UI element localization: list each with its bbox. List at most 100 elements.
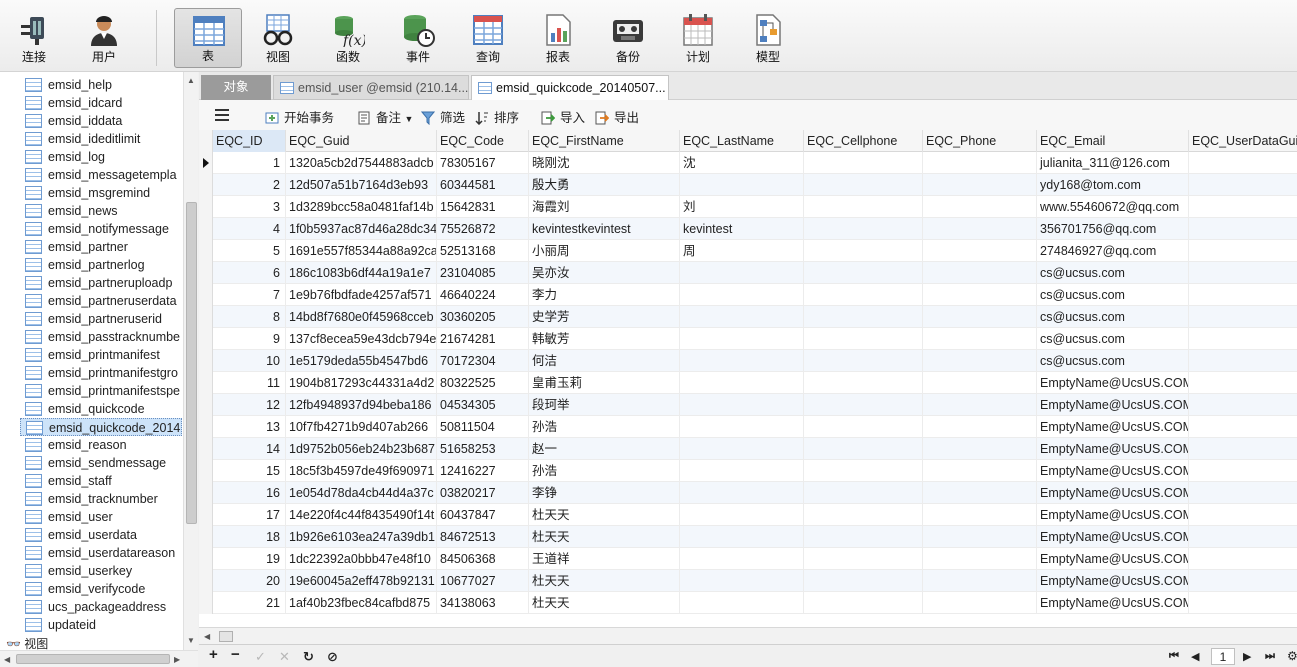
tree-item-emsid-userdatareason[interactable]: emsid_userdatareason [20,544,182,562]
table-row[interactable]: 1 1320a5cb2d7544883adcb 78305167 晓刚沈沈 julian… [199,152,1297,174]
cell-eqc-email[interactable]: EmptyName@UcsUS.COM [1037,416,1189,438]
cell-eqc-guid[interactable]: 1e054d78da4cb44d4a37c [286,482,437,504]
table-row[interactable]: 8 14bd8f7680e0f45968cceb 30360205 史学芳 cs@ucs… [199,306,1297,328]
cell-eqc-lastname[interactable] [680,306,804,328]
cell-eqc-guid[interactable]: 1af40b23fbec84cafbd875 [286,592,437,614]
cell-eqc-lastname[interactable] [680,350,804,372]
cell-eqc-firstname[interactable]: 段珂举 [529,394,680,416]
row-header[interactable] [199,174,213,196]
table-row[interactable]: 10 1e5179deda55b4547bd6 70172304 何洁 cs@ucsus… [199,350,1297,372]
cell-eqc-email[interactable]: cs@ucsus.com [1037,262,1189,284]
refresh-icon[interactable]: ↻ [303,649,314,665]
cell-eqc-code[interactable]: 84506368 [437,548,529,570]
cell-eqc-code[interactable]: 34138063 [437,592,529,614]
cell-eqc-firstname[interactable]: 皇甫玉莉 [529,372,680,394]
cell-eqc-cellphone[interactable] [804,174,923,196]
cell-eqc-phone[interactable] [923,460,1037,482]
cell-eqc-id[interactable]: 2 [213,174,286,196]
event-button[interactable]: 事件 [384,8,452,68]
cell-eqc-cellphone[interactable] [804,306,923,328]
cell-eqc-email[interactable]: cs@ucsus.com [1037,328,1189,350]
tree-item-emsid-printmanifestspe[interactable]: emsid_printmanifestspe [20,382,182,400]
cell-eqc-id[interactable]: 4 [213,218,286,240]
tree-item-emsid-printmanifestgro[interactable]: emsid_printmanifestgro [20,364,182,382]
row-header[interactable] [199,570,213,592]
cell-eqc-email[interactable]: 356701756@qq.com [1037,218,1189,240]
cell-eqc-phone[interactable] [923,504,1037,526]
table-row[interactable]: 16 1e054d78da4cb44d4a37c 03820217 李铮 EmptyNa… [199,482,1297,504]
tree-item-emsid-partneruserdata[interactable]: emsid_partneruserdata [20,292,182,310]
cell-eqc-code[interactable]: 52513168 [437,240,529,262]
row-header[interactable] [199,196,213,218]
cell-eqc-id[interactable]: 20 [213,570,286,592]
cell-eqc-firstname[interactable]: 杜天天 [529,592,680,614]
tree-item-emsid-help[interactable]: emsid_help [20,76,182,94]
tab-emsid-quickcode[interactable]: emsid_quickcode_20140507... [471,75,669,100]
cell-eqc-guid[interactable]: 1b926e6103ea247a39db1 [286,526,437,548]
cell-eqc-firstname[interactable]: 杜天天 [529,570,680,592]
table-row[interactable]: 11 1904b817293c44331a4d2 80322525 皇甫玉莉 Empty… [199,372,1297,394]
cell-eqc-firstname[interactable]: 小丽周 [529,240,680,262]
column-header-eqc-firstname[interactable]: EQC_FirstName [529,130,680,152]
cell-eqc-phone[interactable] [923,592,1037,614]
table-row[interactable]: 20 19e60045a2eff478b92131 10677027 杜天天 Empty… [199,570,1297,592]
cell-eqc-userdataguid[interactable] [1189,152,1297,174]
column-header-eqc-email[interactable]: EQC_Email [1037,130,1189,152]
tree-item-emsid-user[interactable]: emsid_user [20,508,182,526]
tree-horizontal-scrollbar[interactable]: ◀ ▶ [0,650,198,667]
cell-eqc-email[interactable]: 274846927@qq.com [1037,240,1189,262]
table-row[interactable]: 15 18c5f3b4597de49f690971 12416227 孙浩 EmptyN… [199,460,1297,482]
column-header-eqc-cellphone[interactable]: EQC_Cellphone [804,130,923,152]
cell-eqc-email[interactable]: julianita_311@126.com [1037,152,1189,174]
cell-eqc-guid[interactable]: 186c1083b6df44a19a1e7 [286,262,437,284]
cell-eqc-email[interactable]: EmptyName@UcsUS.COM [1037,394,1189,416]
cell-eqc-lastname[interactable]: 刘 [680,196,804,218]
cell-eqc-firstname[interactable]: 吴亦汝 [529,262,680,284]
cell-eqc-lastname[interactable]: 沈 [680,152,804,174]
cell-eqc-email[interactable]: EmptyName@UcsUS.COM [1037,504,1189,526]
cell-eqc-firstname[interactable]: 王道祥 [529,548,680,570]
cell-eqc-phone[interactable] [923,570,1037,592]
cell-eqc-guid[interactable]: 137cf8ecea59e43dcb794e [286,328,437,350]
tree-item-emsid-idcard[interactable]: emsid_idcard [20,94,182,112]
function-button[interactable]: f(x) 函数 [314,8,382,68]
cell-eqc-userdataguid[interactable] [1189,504,1297,526]
cell-eqc-guid[interactable]: 10f7fb4271b9d407ab266 [286,416,437,438]
row-header[interactable] [199,482,213,504]
column-header-eqc-phone[interactable]: EQC_Phone [923,130,1037,152]
tree-item-emsid-partner[interactable]: emsid_partner [20,238,182,256]
cell-eqc-guid[interactable]: 1320a5cb2d7544883adcb [286,152,437,174]
cell-eqc-cellphone[interactable] [804,262,923,284]
cell-eqc-userdataguid[interactable] [1189,526,1297,548]
cell-eqc-phone[interactable] [923,394,1037,416]
cell-eqc-cellphone[interactable] [804,372,923,394]
cell-eqc-userdataguid[interactable] [1189,350,1297,372]
cell-eqc-userdataguid[interactable] [1189,306,1297,328]
last-page-icon[interactable]: ⏭ [1265,650,1275,663]
cell-eqc-firstname[interactable]: 海霞刘 [529,196,680,218]
tree-vertical-scrollbar[interactable]: ▲ ▼ [183,72,198,650]
cell-eqc-id[interactable]: 15 [213,460,286,482]
cell-eqc-phone[interactable] [923,152,1037,174]
tree-item-emsid-verifycode[interactable]: emsid_verifycode [20,580,182,598]
cell-eqc-email[interactable]: EmptyName@UcsUS.COM [1037,372,1189,394]
column-header-eqc-lastname[interactable]: EQC_LastName [680,130,804,152]
row-header[interactable] [199,438,213,460]
sort-button[interactable]: 排序 [475,107,519,126]
cell-eqc-lastname[interactable] [680,416,804,438]
cell-eqc-userdataguid[interactable] [1189,174,1297,196]
cell-eqc-firstname[interactable]: 孙浩 [529,416,680,438]
first-page-icon[interactable]: ⏮ [1169,650,1179,663]
row-header[interactable] [199,262,213,284]
table-row[interactable]: 6 186c1083b6df44a19a1e7 23104085 吴亦汝 cs@ucsu… [199,262,1297,284]
cell-eqc-code[interactable]: 15642831 [437,196,529,218]
cell-eqc-email[interactable]: ydy168@tom.com [1037,174,1189,196]
tree-item-emsid-sendmessage[interactable]: emsid_sendmessage [20,454,182,472]
cell-eqc-id[interactable]: 3 [213,196,286,218]
cell-eqc-id[interactable]: 5 [213,240,286,262]
tree-item-emsid-quickcode[interactable]: emsid_quickcode [20,400,182,418]
cell-eqc-guid[interactable]: 1d3289bcc58a0481faf14b [286,196,437,218]
cell-eqc-email[interactable]: EmptyName@UcsUS.COM [1037,482,1189,504]
cell-eqc-code[interactable]: 60437847 [437,504,529,526]
export-button[interactable]: 导出 [595,107,639,126]
